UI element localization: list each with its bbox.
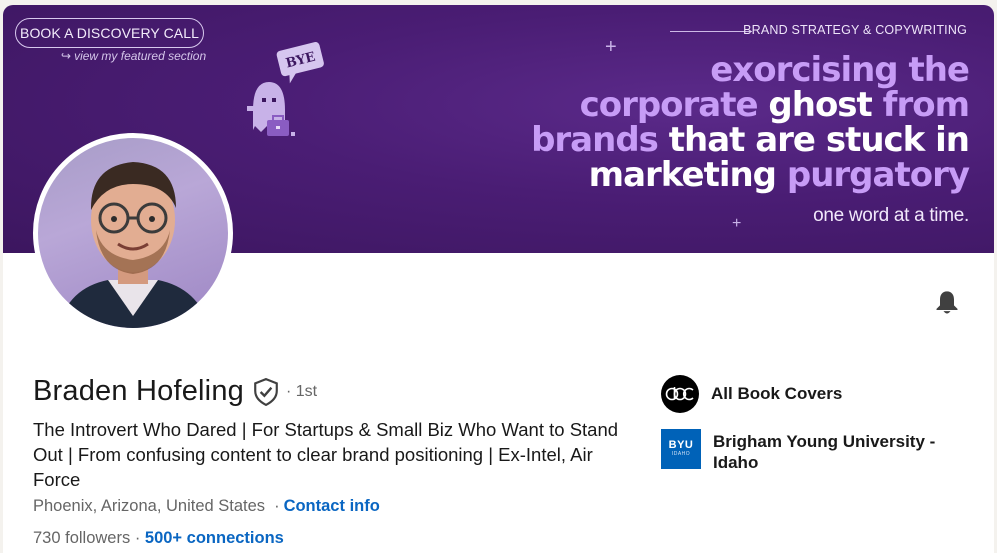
banner-headline-line: exorcising the: [531, 50, 970, 90]
banner-headline-line: brands that are stuck in: [531, 120, 970, 160]
profile-card: BOOK A DISCOVERY CALL ↪ view my featured …: [3, 5, 994, 553]
verified-shield-icon[interactable]: [253, 377, 279, 406]
banner-headline-segment: purgatory: [786, 155, 970, 195]
stats-row: 730 followers · 500+ connections: [33, 529, 284, 548]
org-name: All Book Covers: [711, 384, 843, 403]
banner-headline-line: corporate ghost from: [531, 85, 970, 125]
cta-subtext-label: view my featured section: [74, 49, 207, 63]
banner-headline-segment: ghost: [768, 85, 872, 125]
banner-headline-line: marketing purgatory: [531, 155, 970, 195]
return-arrow-icon: ↪: [61, 49, 72, 63]
tagline-divider: [670, 31, 752, 32]
banner-headline-segment: exorcising the: [710, 50, 970, 90]
sparkle-icon: +: [605, 36, 617, 58]
name-row: Braden Hofeling · 1st: [33, 375, 317, 408]
banner-headline-segment: brands: [531, 120, 669, 160]
separator-dot: ·: [274, 497, 280, 515]
org-item-all-book-covers[interactable]: All Book Covers: [661, 375, 842, 413]
connections-link[interactable]: 500+ connections: [145, 529, 284, 547]
profile-avatar[interactable]: [33, 133, 233, 333]
org-name: Brigham Young University - Idaho: [713, 432, 936, 472]
profile-name: Braden Hofeling: [33, 375, 244, 407]
connection-degree: · 1st: [285, 382, 318, 400]
banner-headline-segment: marketing: [588, 155, 787, 195]
profile-headline: The Introvert Who Dared | For Startups &…: [33, 419, 619, 490]
ghost-illustration: BYE: [243, 40, 333, 150]
avatar-photo: [58, 162, 210, 328]
byu-logo-subtext: IDAHO: [671, 451, 691, 457]
abc-logo-icon: [661, 375, 699, 413]
banner-headline-segment: from: [871, 85, 970, 125]
separator-dot: ·: [130, 529, 145, 547]
contact-info-link[interactable]: Contact info: [284, 497, 380, 515]
profile-location: Phoenix, Arizona, United States: [33, 497, 266, 515]
bell-icon[interactable]: [933, 289, 961, 317]
location-row: Phoenix, Arizona, United States · Contact …: [33, 497, 380, 516]
banner-headline-segment: corporate: [579, 85, 769, 125]
byu-logo-text: BYU: [668, 439, 694, 451]
org-item-byu-idaho[interactable]: BYU IDAHO Brigham Young University - Ida…: [661, 429, 953, 473]
sparkle-icon: +: [732, 215, 742, 232]
banner-headline: exorcising the corporate ghost from brands…: [531, 50, 970, 195]
cta-label: BOOK A DISCOVERY CALL: [20, 25, 199, 41]
banner-tail: one word at a time.: [813, 205, 969, 226]
banner-tagline: BRAND STRATEGY & COPYWRITING: [743, 23, 967, 37]
byu-logo-icon: BYU IDAHO: [661, 429, 701, 469]
banner-headline-segment: that are stuck in: [668, 120, 970, 160]
cta-subtext: ↪ view my featured section: [61, 49, 206, 63]
ghost-icon: BYE: [247, 42, 324, 136]
followers-count: 730 followers: [33, 529, 131, 547]
book-discovery-call-button[interactable]: BOOK A DISCOVERY CALL: [15, 18, 204, 48]
